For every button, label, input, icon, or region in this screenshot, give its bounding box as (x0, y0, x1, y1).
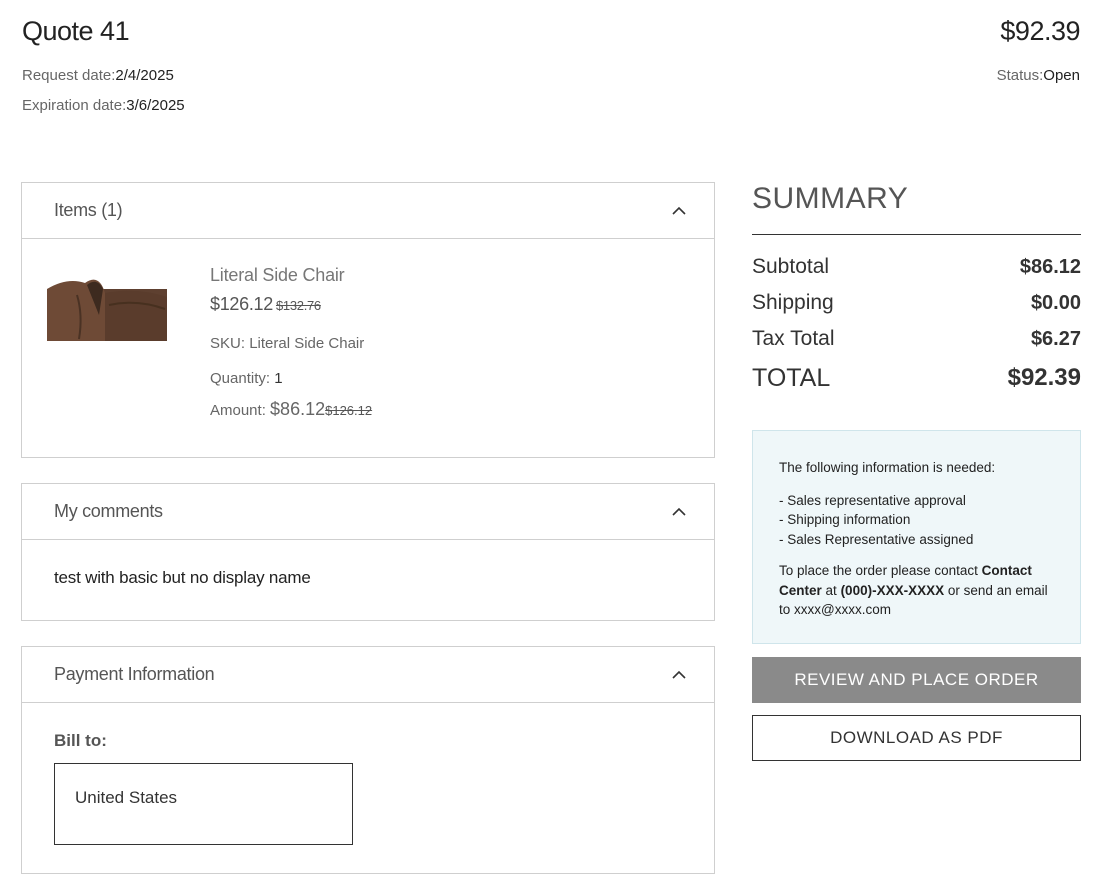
item-quantity: Quantity: 1 (210, 370, 372, 387)
status-value: Open (1043, 67, 1080, 84)
expiration-date: Expiration date:3/6/2025 (22, 97, 185, 114)
item-quantity-label: Quantity: (210, 370, 271, 387)
chevron-up-icon[interactable] (670, 503, 688, 521)
item-quantity-value: 1 (274, 370, 283, 387)
bill-to-label: Bill to: (54, 731, 107, 750)
request-date-label: Request date: (22, 67, 116, 84)
item-price-value: $126.12 (210, 294, 273, 314)
contact-text: To place the order please contact Contac… (779, 561, 1054, 620)
summary-total-label: TOTAL (752, 363, 831, 392)
item-price: $126.12 $132.76 (210, 294, 372, 315)
payment-panel-header[interactable]: Payment Information (22, 647, 714, 703)
summary-subtotal: Subtotal $86.12 (752, 249, 1081, 285)
summary-row-value: $0.00 (1030, 291, 1081, 314)
summary-row-label: Shipping (752, 291, 834, 314)
contact-prefix: To place the order please contact (779, 563, 978, 578)
product-image[interactable] (47, 275, 167, 341)
item-sku-value: Literal Side Chair (249, 335, 365, 352)
review-and-place-order-button[interactable]: REVIEW AND PLACE ORDER (752, 657, 1081, 703)
request-date: Request date:2/4/2025 (22, 67, 174, 84)
items-panel-header[interactable]: Items (1) (22, 183, 714, 239)
summary-total: TOTAL $92.39 (752, 357, 1081, 399)
chevron-up-icon[interactable] (670, 666, 688, 684)
summary-row-value: $6.27 (1030, 327, 1081, 350)
comments-panel-header[interactable]: My comments (22, 484, 714, 540)
summary-row-value: $86.12 (1019, 255, 1081, 278)
request-date-value: 2/4/2025 (115, 67, 174, 84)
item-sku: SKU: Literal Side Chair (210, 335, 372, 352)
item-amount-label: Amount: (210, 402, 266, 419)
item-original-amount: $126.12 (325, 403, 373, 418)
page-title: Quote 41 (22, 16, 130, 46)
summary-row-label: Subtotal (752, 255, 830, 278)
expiration-date-value: 3/6/2025 (126, 97, 185, 114)
summary-total-value: $92.39 (1007, 364, 1081, 391)
required-info-notice: The following information is needed: - S… (752, 430, 1081, 644)
item-sku-label: SKU: (210, 335, 246, 352)
payment-panel-title: Payment Information (54, 664, 215, 684)
chevron-up-icon[interactable] (670, 202, 688, 220)
comments-panel-title: My comments (54, 501, 163, 521)
bill-to-address: United States (54, 763, 353, 845)
list-item: - Sales representative approval (779, 492, 966, 508)
product-name-link[interactable]: Literal Side Chair (210, 265, 372, 286)
item-original-price: $132.76 (275, 298, 321, 313)
notice-intro: The following information is needed: (779, 460, 996, 475)
payment-panel: Payment Information Bill to: United Stat… (21, 646, 715, 874)
item-amount-value: $86.12 (270, 399, 326, 419)
download-pdf-button[interactable]: DOWNLOAD AS PDF (752, 715, 1081, 761)
contact-phone: (000)-XXX-XXXX (840, 582, 945, 598)
status-label: Status: (996, 67, 1044, 84)
comments-panel: My comments test with basic but no displ… (21, 483, 715, 621)
summary-row-label: Tax Total (752, 327, 835, 350)
comment-text: test with basic but no display name (54, 568, 311, 587)
status-badge: Status:Open (997, 67, 1080, 84)
contact-at: at (825, 582, 837, 598)
order-summary: SUMMARY Subtotal $86.12 Shipping $0.00 T… (752, 182, 1081, 399)
item-amount: Amount: $86.12$126.12 (210, 399, 372, 420)
expiration-date-label: Expiration date: (22, 97, 127, 114)
items-panel: Items (1) Literal Side Chair $126.12 $132… (21, 182, 715, 458)
summary-title: SUMMARY (752, 182, 1081, 235)
list-item: - Shipping information (779, 512, 911, 527)
items-panel-title: Items (1) (54, 200, 123, 220)
list-item: Literal Side Chair $126.12 $132.76 SKU: L… (22, 239, 714, 442)
list-item: - Sales Representative assigned (779, 531, 974, 547)
summary-shipping: Shipping $0.00 (752, 285, 1081, 321)
quote-total: $92.39 (1000, 16, 1080, 46)
summary-tax: Tax Total $6.27 (752, 321, 1081, 357)
requirements-list: - Sales representative approval - Shippi… (779, 491, 1054, 550)
contact-email[interactable]: xxxx@xxxx.com (794, 602, 891, 617)
